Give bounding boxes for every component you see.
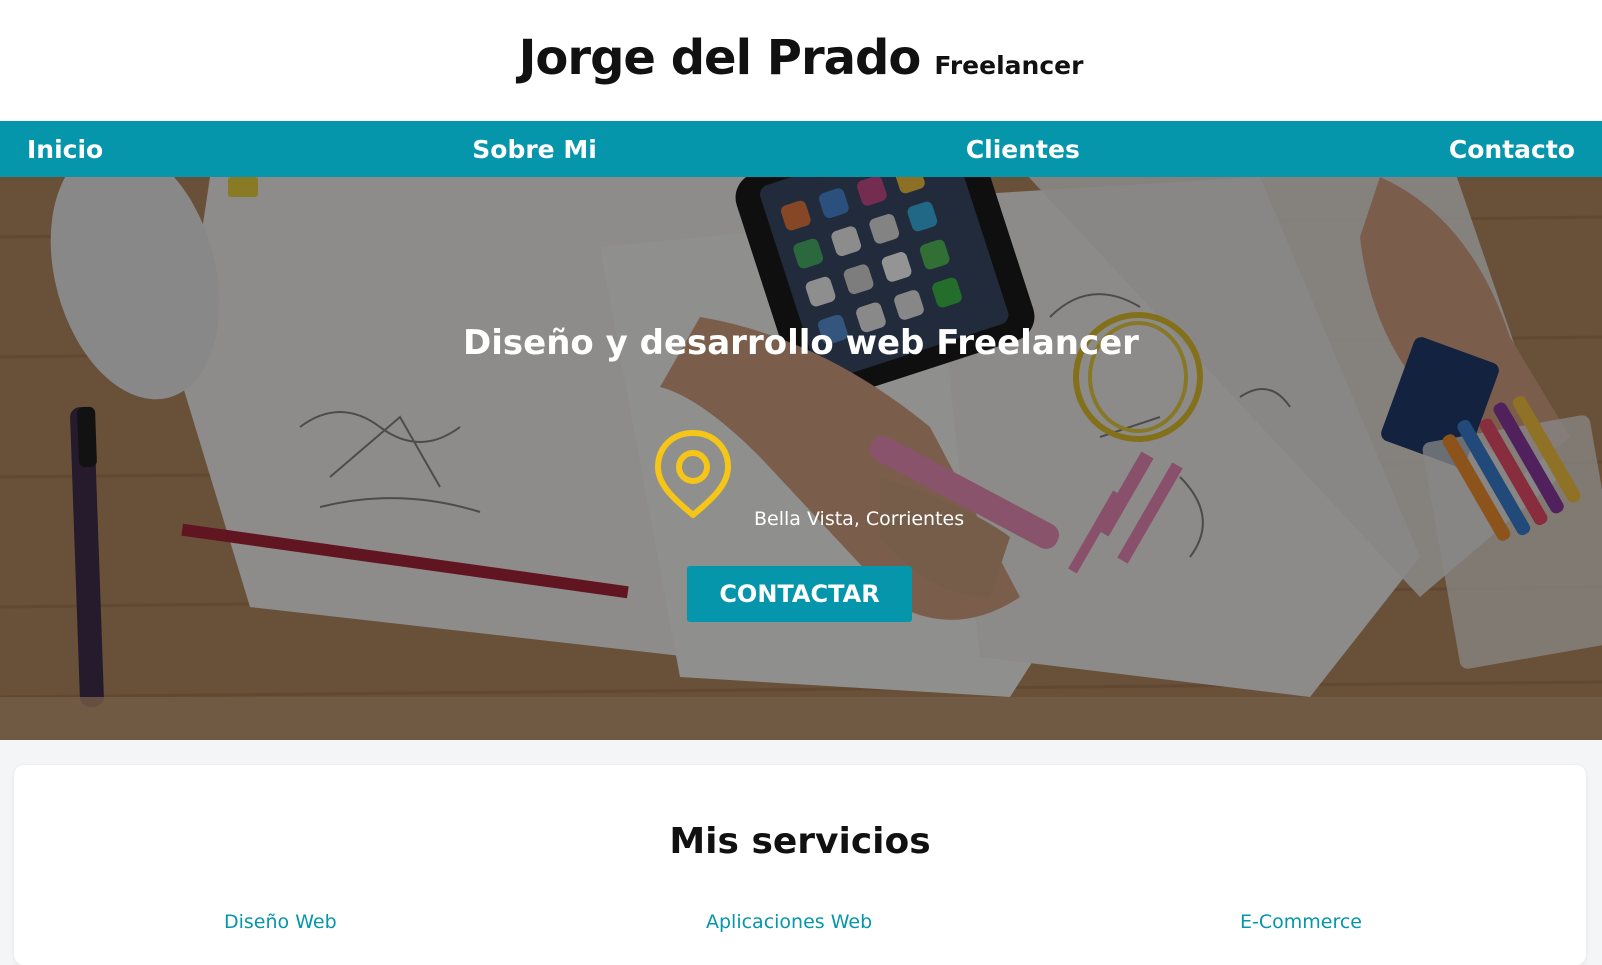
main-nav: Inicio Sobre Mi Clientes Contacto bbox=[0, 121, 1602, 177]
nav-link-inicio[interactable]: Inicio bbox=[27, 135, 103, 164]
location-text: Bella Vista, Corrientes bbox=[754, 508, 965, 530]
brand-name: Jorge del Prado bbox=[518, 29, 922, 86]
service-diseno-web[interactable]: Diseño Web bbox=[224, 911, 337, 933]
nav-link-clientes[interactable]: Clientes bbox=[966, 135, 1080, 164]
service-e-commerce[interactable]: E-Commerce bbox=[1240, 911, 1362, 933]
services-section: Mis servicios Diseño Web Aplicaciones We… bbox=[14, 765, 1586, 965]
map-pin-icon bbox=[655, 430, 731, 518]
site-header: Jorge del Prado Freelancer bbox=[0, 0, 1602, 121]
hero-title: Diseño y desarrollo web Freelancer bbox=[463, 323, 1139, 363]
brand: Jorge del Prado Freelancer bbox=[519, 30, 1084, 86]
service-aplicaciones-web[interactable]: Aplicaciones Web bbox=[706, 911, 872, 933]
contact-button[interactable]: CONTACTAR bbox=[687, 566, 912, 622]
brand-tagline: Freelancer bbox=[934, 50, 1084, 80]
nav-link-sobre-mi[interactable]: Sobre Mi bbox=[472, 135, 597, 164]
services-title: Mis servicios bbox=[669, 821, 931, 862]
hero-section: Diseño y desarrollo web Freelancer Bella… bbox=[0, 177, 1602, 740]
hero-content: Diseño y desarrollo web Freelancer Bella… bbox=[0, 177, 1602, 740]
nav-link-contacto[interactable]: Contacto bbox=[1449, 135, 1575, 164]
